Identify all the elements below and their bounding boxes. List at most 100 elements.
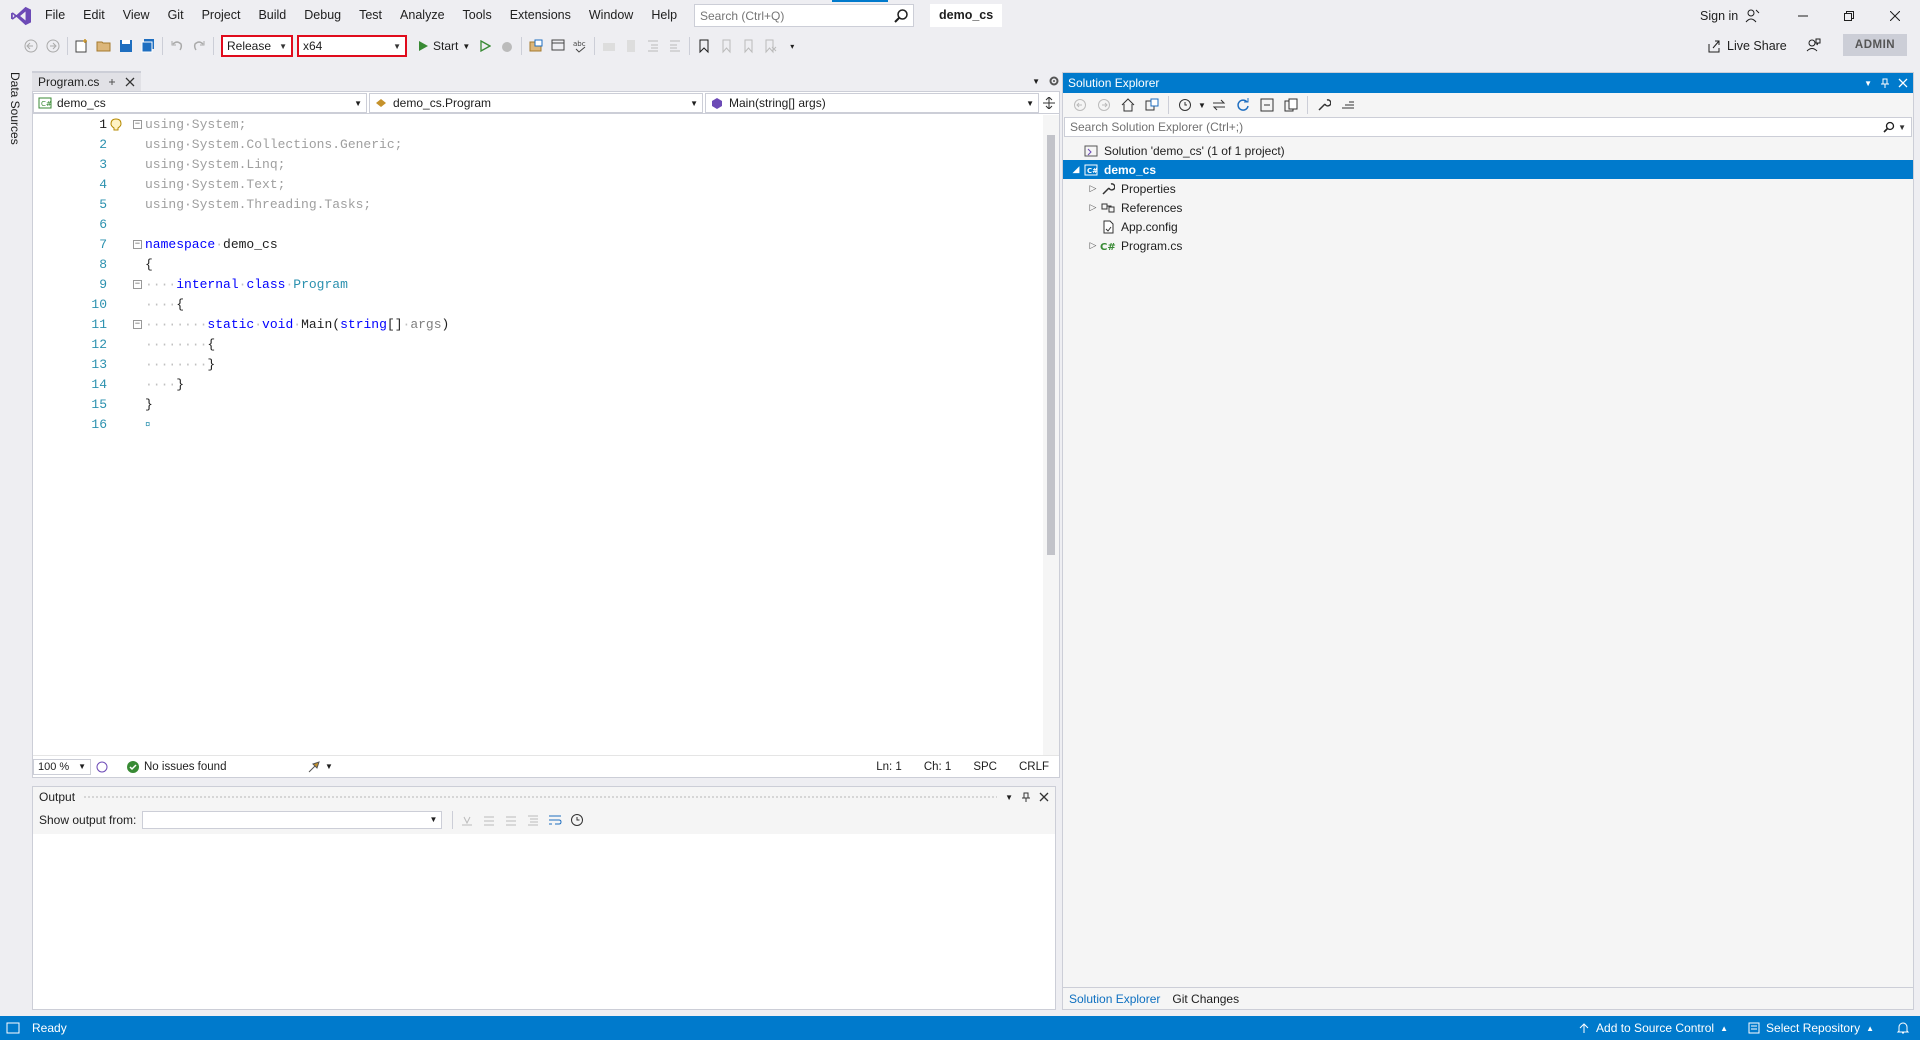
next-bookmark-button[interactable]	[737, 35, 759, 57]
navigate-forward-button[interactable]	[42, 35, 64, 57]
gear-icon[interactable]	[1048, 75, 1060, 87]
solution-platform-dropdown[interactable]: x64 ▼	[297, 35, 407, 57]
project-dropdown[interactable]: C# demo_cs ▼	[33, 93, 367, 113]
sync-with-active-document-button[interactable]	[1208, 94, 1230, 116]
expand-arrow-icon[interactable]: ▷	[1086, 240, 1100, 251]
tab-program-cs[interactable]: Program.cs	[32, 71, 142, 91]
select-repository-button[interactable]: Select Repository ▲	[1748, 1021, 1874, 1035]
expand-arrow-icon[interactable]: ▷	[1086, 183, 1100, 194]
collapse-toggle[interactable]: −	[133, 120, 142, 129]
hot-reload-button[interactable]	[496, 35, 518, 57]
toolbar-options-button[interactable]: ▾	[781, 35, 803, 57]
clear-all-button[interactable]	[522, 809, 544, 831]
panel-grip[interactable]	[83, 794, 998, 800]
uncomment-button[interactable]	[620, 35, 642, 57]
layout-button[interactable]	[547, 35, 569, 57]
show-all-files-button[interactable]	[1280, 94, 1302, 116]
tab-solution-explorer[interactable]: Solution Explorer	[1063, 988, 1166, 1010]
add-to-source-control-button[interactable]: Add to Source Control ▲	[1578, 1021, 1728, 1035]
pending-changes-filter-button[interactable]	[1174, 94, 1196, 116]
line-ending-indicator[interactable]: CRLF	[1019, 761, 1049, 773]
back-button[interactable]	[1069, 94, 1091, 116]
scrollbar-thumb[interactable]	[1047, 135, 1055, 555]
tab-list-dropdown-icon[interactable]: ▼	[1032, 77, 1040, 86]
notification-bell-icon[interactable]	[1896, 1021, 1910, 1035]
start-without-debugging-button[interactable]	[474, 35, 496, 57]
code-cleanup-button[interactable]: ▼	[307, 760, 333, 774]
close-icon[interactable]	[125, 77, 135, 87]
menu-test[interactable]: Test	[350, 0, 391, 31]
code-text-area[interactable]: 1 − using·System; 2 using·System.Collect…	[33, 115, 1043, 755]
comment-button[interactable]	[598, 35, 620, 57]
code-editor[interactable]: C# demo_cs ▼ demo_cs.Program ▼ Main(stri…	[32, 91, 1060, 778]
chevron-down-icon[interactable]: ▼	[462, 42, 470, 51]
tree-item-app-config[interactable]: App.config	[1063, 217, 1913, 236]
menu-window[interactable]: Window	[580, 0, 642, 31]
data-sources-tab[interactable]: Data Sources	[8, 72, 22, 145]
collapse-toggle[interactable]: −	[133, 320, 142, 329]
menu-build[interactable]: Build	[249, 0, 295, 31]
tree-item-solution[interactable]: Solution 'demo_cs' (1 of 1 project)	[1063, 141, 1913, 160]
toggle-timestamps-button[interactable]	[566, 809, 588, 831]
menu-view[interactable]: View	[114, 0, 159, 31]
column-indicator[interactable]: Ch: 1	[924, 761, 952, 773]
output-text-area[interactable]	[33, 834, 1055, 1009]
previous-bookmark-button[interactable]	[715, 35, 737, 57]
save-all-button[interactable]	[137, 35, 159, 57]
outdent-button[interactable]	[664, 35, 686, 57]
line-indicator[interactable]: Ln: 1	[876, 761, 902, 773]
sign-in-button[interactable]: Sign in	[1700, 0, 1760, 31]
bookmark-button[interactable]	[693, 35, 715, 57]
indent-button[interactable]	[642, 35, 664, 57]
notification-window-icon[interactable]	[6, 1021, 20, 1035]
search-input[interactable]	[695, 5, 885, 26]
feedback-icon[interactable]	[1805, 37, 1821, 53]
open-file-button[interactable]	[93, 35, 115, 57]
zoom-dropdown[interactable]: 100 % ▼	[33, 758, 91, 775]
word-wrap-button[interactable]	[544, 809, 566, 831]
menu-git[interactable]: Git	[159, 0, 193, 31]
next-message-button[interactable]	[500, 809, 522, 831]
clear-bookmarks-button[interactable]	[759, 35, 781, 57]
search-icon[interactable]	[893, 8, 909, 24]
search-box[interactable]	[694, 4, 914, 27]
menu-debug[interactable]: Debug	[295, 0, 350, 31]
menu-extensions[interactable]: Extensions	[501, 0, 580, 31]
menu-file[interactable]: File	[36, 0, 74, 31]
window-position-dropdown-icon[interactable]: ▼	[1864, 79, 1872, 88]
type-dropdown[interactable]: demo_cs.Program ▼	[369, 93, 703, 113]
find-message-button[interactable]	[456, 809, 478, 831]
menu-project[interactable]: Project	[193, 0, 250, 31]
pin-icon[interactable]	[1021, 792, 1031, 802]
refresh-button[interactable]	[1232, 94, 1254, 116]
minimize-button[interactable]	[1780, 0, 1826, 31]
previous-message-button[interactable]	[478, 809, 500, 831]
tree-item-project[interactable]: ◢ C# demo_cs	[1063, 160, 1913, 179]
editor-vertical-scrollbar[interactable]	[1043, 115, 1059, 755]
home-button[interactable]	[1117, 94, 1139, 116]
redo-button[interactable]	[188, 35, 210, 57]
close-window-button[interactable]	[1872, 0, 1918, 31]
solution-configuration-dropdown[interactable]: Release ▼	[221, 35, 293, 57]
output-source-dropdown[interactable]: ▼	[142, 811, 443, 829]
member-dropdown[interactable]: Main(string[] args) ▼	[705, 93, 1039, 113]
forward-button[interactable]	[1093, 94, 1115, 116]
pin-icon[interactable]	[107, 77, 117, 87]
tree-item-program-cs[interactable]: ▷ C# Program.cs	[1063, 236, 1913, 255]
close-icon[interactable]	[1039, 792, 1049, 802]
start-debugging-button[interactable]: Start ▼	[413, 35, 474, 57]
tab-git-changes[interactable]: Git Changes	[1166, 988, 1245, 1010]
collapse-all-button[interactable]	[1256, 94, 1278, 116]
restore-button[interactable]	[1826, 0, 1872, 31]
collapse-toggle[interactable]: −	[133, 280, 142, 289]
chevron-down-icon[interactable]: ▼	[1898, 123, 1906, 132]
search-icon[interactable]	[1883, 121, 1895, 133]
expand-arrow-icon[interactable]: ▷	[1086, 202, 1100, 213]
solution-explorer-search[interactable]: Search Solution Explorer (Ctrl+;) ▼	[1064, 117, 1912, 137]
split-button[interactable]	[1039, 96, 1059, 109]
menu-analyze[interactable]: Analyze	[391, 0, 453, 31]
whitespace-indicator[interactable]: SPC	[973, 761, 997, 773]
menu-tools[interactable]: Tools	[454, 0, 501, 31]
tree-item-properties[interactable]: ▷ Properties	[1063, 179, 1913, 198]
window-position-dropdown-icon[interactable]: ▼	[1005, 793, 1013, 802]
